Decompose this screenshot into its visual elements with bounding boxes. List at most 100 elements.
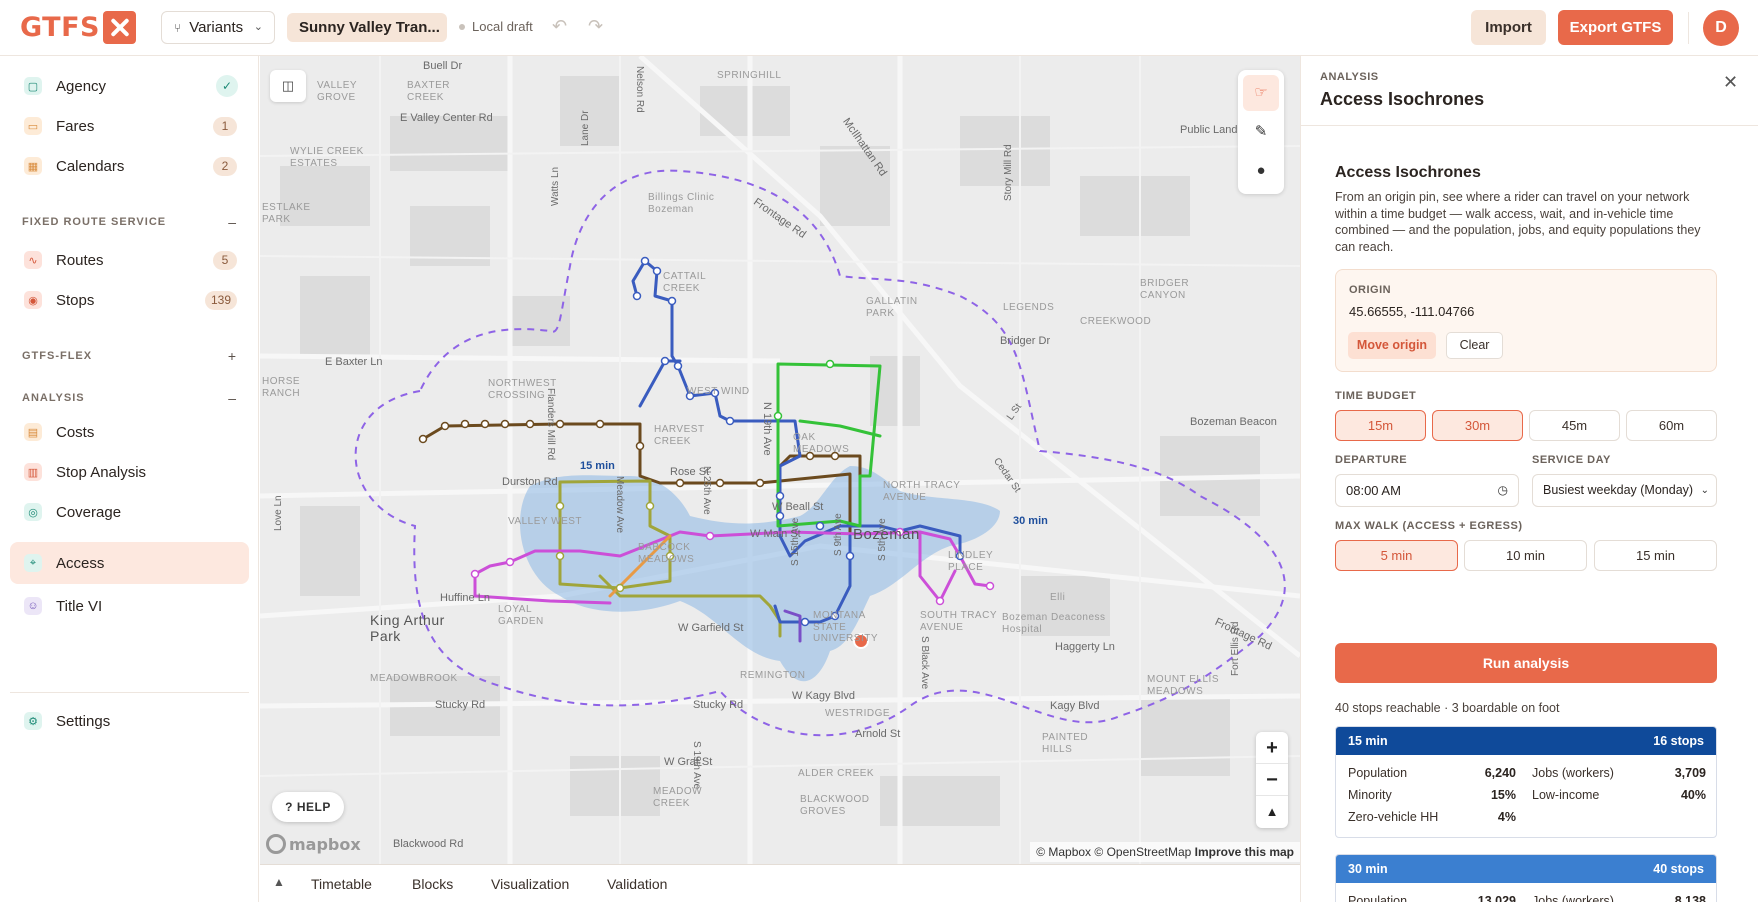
draft-status-label: Local draft	[472, 19, 533, 34]
departure-time-input[interactable]: 08:00 AM ◷	[1335, 474, 1519, 507]
map-label-oak-meadows: OAK MEADOWS	[793, 432, 850, 455]
map-label-e-baxter: E Baxter Ln	[325, 356, 383, 368]
run-analysis-button[interactable]: Run analysis	[1335, 643, 1717, 683]
building-icon: ▢	[24, 77, 42, 95]
departure-value: 08:00 AM	[1346, 483, 1401, 498]
sidebar-item-stop-analysis[interactable]: ▥ Stop Analysis	[10, 452, 249, 492]
sidebar-item-access[interactable]: ⌖ Access	[10, 542, 249, 584]
result-stops: 40 stops	[1653, 862, 1704, 876]
time-budget-30m[interactable]: 30m	[1432, 410, 1523, 441]
undo-icon[interactable]: ↶	[552, 16, 567, 37]
sidebar-item-calendars[interactable]: ▦ Calendars 2	[10, 146, 249, 186]
time-budget-45m[interactable]: 45m	[1529, 410, 1620, 441]
expand-up-icon[interactable]: ▲	[273, 875, 285, 889]
panel-eyebrow: ANALYSIS	[1320, 71, 1379, 83]
collapse-icon[interactable]: –	[228, 390, 237, 406]
point-icon[interactable]: ●	[1243, 153, 1279, 189]
sidebar-item-stops[interactable]: ◉ Stops 139	[10, 280, 249, 320]
map-label-montana-state: MONTANA STATE UNIVERSITY	[813, 610, 879, 644]
zoom-controls: + − ▲	[1256, 732, 1288, 828]
time-budget-60m[interactable]: 60m	[1626, 410, 1717, 441]
stat-label: Population	[1348, 766, 1408, 780]
chevron-down-icon: ⌄	[253, 21, 263, 33]
compass-icon[interactable]: ▲	[1256, 796, 1288, 828]
app-logo[interactable]: GTFS	[20, 11, 136, 44]
clear-origin-button[interactable]: Clear	[1446, 332, 1503, 359]
pencil-icon[interactable]: ✎	[1243, 114, 1279, 150]
panel-title: Access Isochrones	[1320, 89, 1485, 109]
sidebar-item-title-vi[interactable]: ☺ Title VI	[10, 586, 249, 626]
close-icon[interactable]: ✕	[1723, 72, 1738, 93]
map-label-fort-ellis: Fort Ellis Rd	[1230, 621, 1241, 676]
map-label-w-beall: W Beall St	[772, 501, 824, 513]
section-gtfs-flex[interactable]: GTFS-FLEX +	[22, 348, 237, 364]
check-icon: ✓	[216, 75, 238, 97]
export-gtfs-button[interactable]: Export GTFS	[1558, 10, 1673, 45]
map-label-harvest-creek: HARVEST CREEK	[654, 424, 705, 447]
result-header: 30 min 40 stops	[1336, 855, 1716, 883]
map-label-meadowbrook: MEADOWBROOK	[370, 673, 458, 684]
section-fixed-route[interactable]: FIXED ROUTE SERVICE –	[22, 214, 237, 230]
redo-icon[interactable]: ↷	[588, 16, 603, 37]
origin-coordinates: 45.66555, -111.04766	[1349, 304, 1475, 319]
max-walk-5[interactable]: 5 min	[1335, 540, 1458, 571]
sidebar-item-label: Routes	[56, 251, 104, 269]
sidebar-item-fares[interactable]: ▭ Fares 1	[10, 106, 249, 146]
sidebar-item-agency[interactable]: ▢ Agency ✓	[10, 66, 249, 106]
section-description: From an origin pin, see where a rider ca…	[1335, 190, 1701, 254]
result-card-30: 30 min 40 stops Population 13,029 Jobs (…	[1335, 854, 1717, 902]
sidebar-item-label: Coverage	[56, 503, 122, 521]
sidebar-item-label: Settings	[56, 712, 111, 730]
stat-value: 3,709	[1674, 766, 1706, 780]
max-walk-15[interactable]: 15 min	[1594, 540, 1717, 571]
tab-visualization[interactable]: Visualization	[491, 876, 569, 892]
result-title: 15 min	[1348, 734, 1388, 748]
sidebar-toggle-button[interactable]: ◫	[270, 70, 306, 102]
expand-icon[interactable]: +	[228, 348, 237, 364]
sidebar-item-costs[interactable]: ▤ Costs	[10, 412, 249, 452]
collapse-icon[interactable]: –	[228, 214, 237, 230]
map-label-huffine: Huffine Ln	[440, 592, 490, 604]
section-analysis[interactable]: ANALYSIS –	[22, 390, 237, 406]
tab-validation[interactable]: Validation	[607, 876, 667, 892]
zoom-in-icon[interactable]: +	[1256, 732, 1288, 764]
sidebar-item-label: Calendars	[56, 157, 125, 175]
variants-dropdown[interactable]: ⑂ Variants ⌄	[161, 11, 275, 44]
result-card-15: 15 min 16 stops Population 6,240 Jobs (w…	[1335, 726, 1717, 838]
import-button[interactable]: Import	[1471, 10, 1546, 45]
stat-value: 6,240	[1484, 766, 1516, 780]
sidebar-item-label: Fares	[56, 117, 95, 135]
pointer-hand-icon[interactable]: ☞	[1243, 75, 1279, 111]
attrib-improve[interactable]: Improve this map	[1195, 845, 1294, 859]
map-label-painted-hills: PAINTED HILLS	[1042, 732, 1089, 755]
move-origin-button[interactable]: Move origin	[1348, 332, 1436, 359]
tab-timetable[interactable]: Timetable	[311, 876, 372, 892]
mapbox-ring-icon	[266, 834, 286, 854]
max-walk-10[interactable]: 10 min	[1464, 540, 1587, 571]
variants-label: Variants	[189, 19, 244, 36]
help-button[interactable]: ? HELP	[272, 792, 344, 822]
logo-x-icon	[103, 11, 136, 44]
bottom-tab-bar: ▲ Timetable Blocks Visualization Validat…	[260, 864, 1300, 902]
chevron-down-icon: ⌄	[1700, 485, 1709, 496]
project-name[interactable]: Sunny Valley Tran...	[287, 13, 447, 42]
map-label-s5th: S 5th Ave	[877, 518, 888, 561]
map-label-w-main: W Main St	[750, 528, 801, 540]
tab-blocks[interactable]: Blocks	[412, 876, 453, 892]
sidebar-item-coverage[interactable]: ◎ Coverage	[10, 492, 249, 532]
attrib-osm[interactable]: © OpenStreetMap	[1094, 845, 1191, 859]
zoom-out-icon[interactable]: −	[1256, 764, 1288, 796]
service-day-select[interactable]: Busiest weekday (Monday) ⌄	[1532, 474, 1717, 507]
map-label-gallatin-park: GALLATIN PARK	[866, 296, 918, 319]
time-budget-15m[interactable]: 15m	[1335, 410, 1426, 441]
map-label-e-valley-center: E Valley Center Rd	[400, 112, 493, 124]
map-label-love-ln: Love Ln	[273, 495, 284, 531]
map-canvas[interactable]: 15 min 30 min VALLEY GROVE BAXTER CREEK E …	[260, 56, 1300, 864]
sidebar-item-routes[interactable]: ∿ Routes 5	[10, 240, 249, 280]
mapbox-logo[interactable]: mapbox	[266, 834, 361, 854]
section-title: GTFS-FLEX	[22, 350, 93, 362]
map-label-king-arthur: King Arthur Park	[370, 612, 445, 645]
attrib-mapbox[interactable]: © Mapbox	[1036, 845, 1091, 859]
avatar[interactable]: D	[1703, 10, 1739, 46]
sidebar-item-settings[interactable]: ⚙ Settings	[10, 701, 249, 741]
